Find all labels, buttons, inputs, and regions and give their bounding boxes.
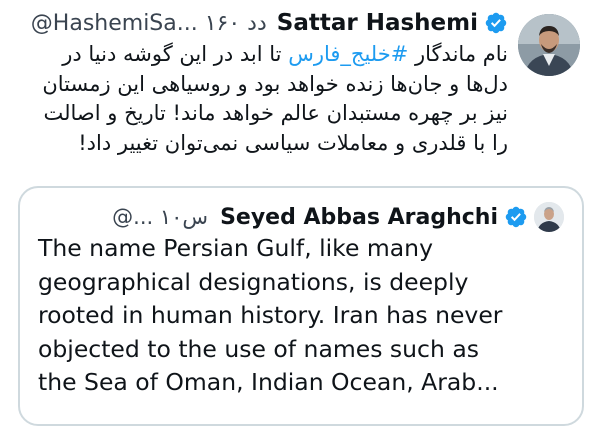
verified-badge-icon bbox=[485, 12, 507, 34]
tweet-header: @HashemiSa... ۱۶۰ دد Sattar Hashemi bbox=[31, 10, 508, 36]
tweet-text-line: را با قلدری و معاملات سیاسی نمی‌توان تغی… bbox=[78, 130, 508, 155]
quoted-text-line: the Sea of Oman, Indian Ocean, Arab... bbox=[38, 368, 499, 396]
tweet[interactable]: @HashemiSa... ۱۶۰ دد Sattar Hashemi نام … bbox=[0, 0, 600, 426]
quoted-handle-time[interactable]: @... ۱۰س bbox=[112, 205, 208, 229]
quoted-text-line: rooted in human history. Iran has never bbox=[38, 301, 503, 329]
quoted-tweet[interactable]: @... ۱۰س Seyed Abbas Araghchi The name P… bbox=[18, 186, 584, 426]
hashtag-link[interactable]: #خلیج_فارس bbox=[288, 42, 408, 66]
quoted-author-photo bbox=[534, 202, 564, 232]
author-name[interactable]: Sattar Hashemi bbox=[277, 10, 478, 36]
quoted-text-line: geographical designations, is deeply bbox=[38, 267, 469, 296]
author-photo bbox=[518, 14, 580, 76]
tweet-text-segment: نام ماندگار bbox=[408, 42, 508, 66]
verified-badge-icon bbox=[505, 206, 527, 228]
tweet-text: نام ماندگار #خلیج_فارس تا ابد در این گوش… bbox=[8, 40, 508, 158]
quoted-text-line: objected to the use of names such as bbox=[38, 334, 479, 363]
tweet-text-line: دل‌ها و جان‌ها زنده خواهد بود و روسیاهی … bbox=[42, 71, 508, 96]
tweet-handle-time[interactable]: @HashemiSa... ۱۶۰ دد bbox=[31, 11, 267, 36]
quoted-tweet-header: @... ۱۰س Seyed Abbas Araghchi bbox=[112, 202, 564, 232]
tweet-text-line: نیز بر چهره مستبدان عالم خواهد ماند! تار… bbox=[43, 101, 508, 125]
tweet-text-segment: تا ابد در این گوشه دنیا در bbox=[62, 42, 289, 66]
quoted-text-line: The name Persian Gulf, like many bbox=[38, 234, 433, 262]
author-avatar[interactable] bbox=[518, 14, 580, 76]
quoted-author-name[interactable]: Seyed Abbas Araghchi bbox=[220, 205, 498, 230]
quoted-author-avatar[interactable] bbox=[534, 202, 564, 232]
quoted-tweet-text: The name Persian Gulf, like many geograp… bbox=[38, 232, 578, 400]
tweet-text-line: نام ماندگار #خلیج_فارس تا ابد در این گوش… bbox=[8, 40, 508, 70]
